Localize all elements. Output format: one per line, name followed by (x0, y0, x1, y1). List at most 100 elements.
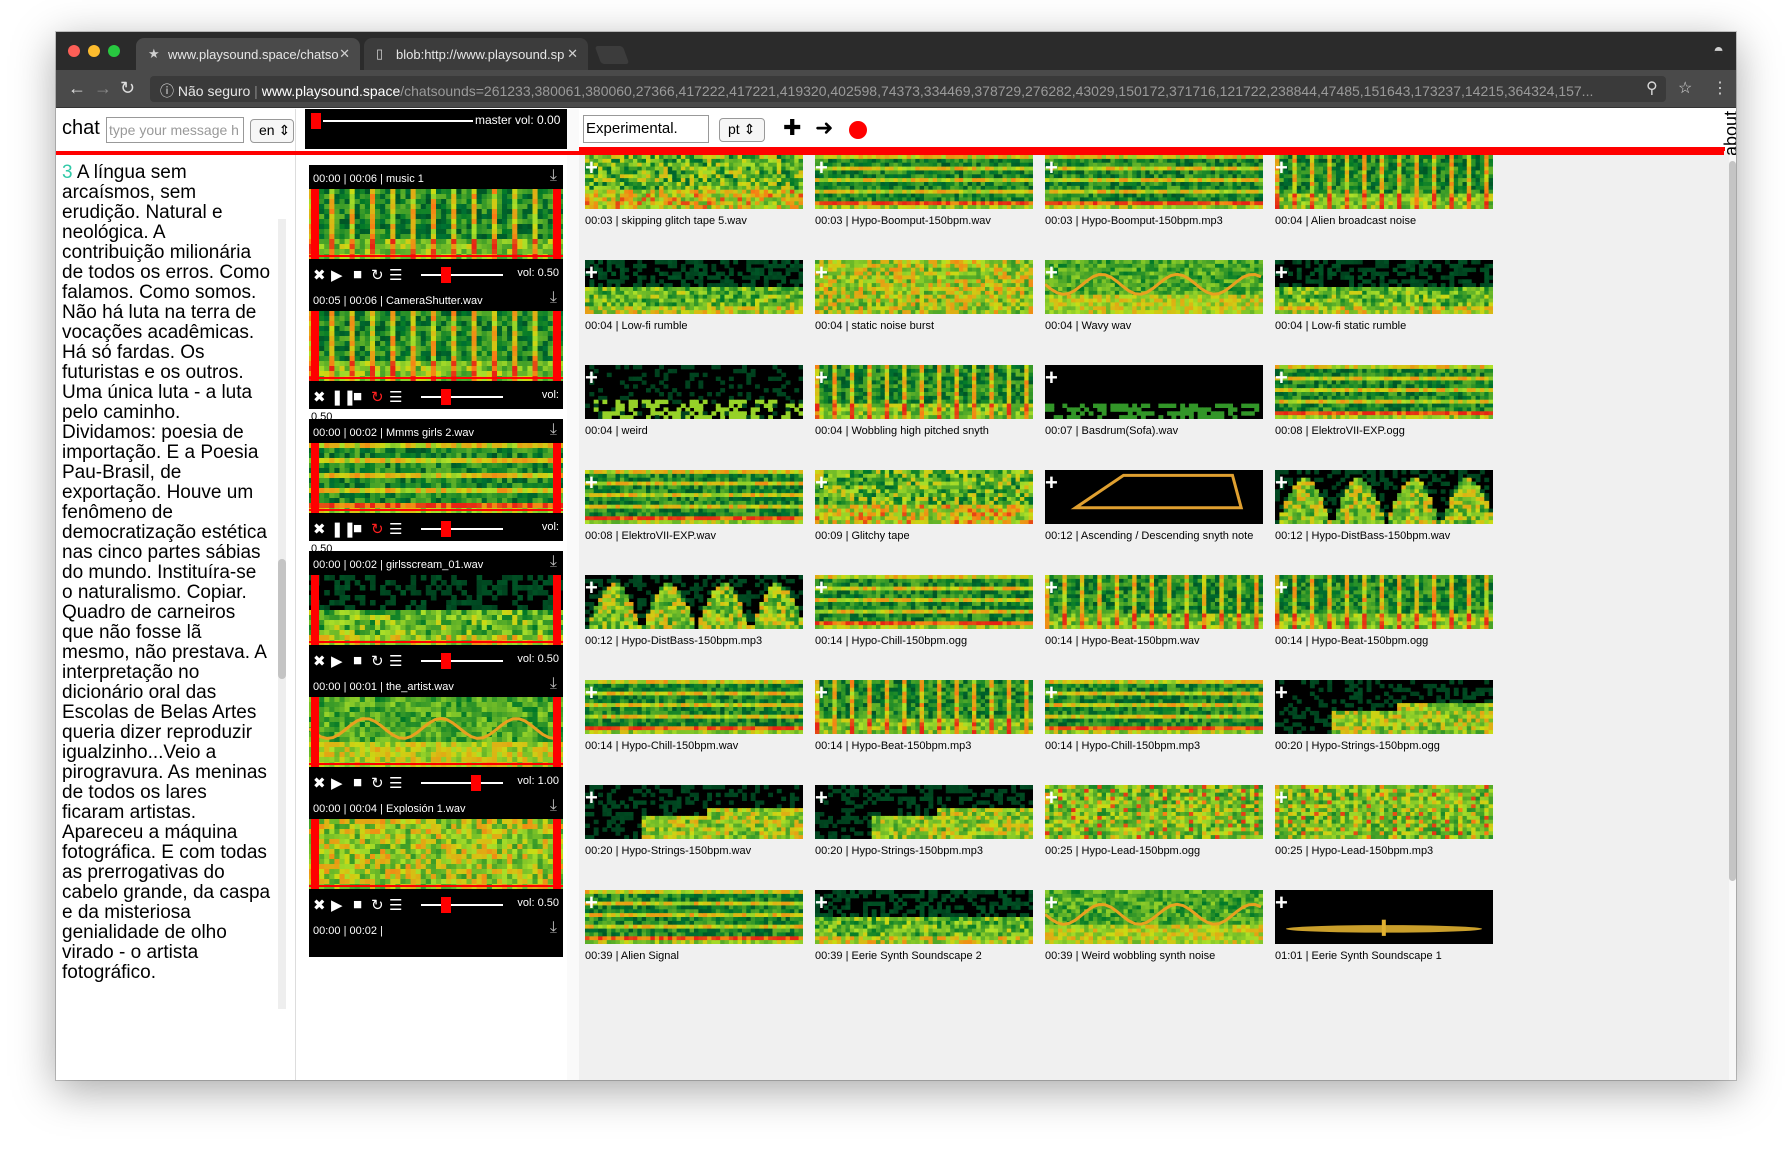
add-sound-icon[interactable]: + (815, 262, 828, 284)
add-sound-icon[interactable]: + (815, 472, 828, 494)
sound-card[interactable]: +00:03 | Hypo-Boomput-150bpm.wav (809, 155, 1059, 265)
reload-icon[interactable]: ↻ (120, 78, 135, 99)
loop-icon[interactable]: ↻ (371, 774, 384, 792)
master-volume-knob[interactable] (311, 113, 321, 129)
download-icon[interactable]: ⤓ (550, 675, 557, 693)
spectrogram[interactable] (1045, 470, 1295, 528)
stop-x-icon[interactable]: ✖ (313, 652, 326, 670)
stop-icon[interactable]: ■ (353, 896, 362, 913)
volume-knob[interactable] (441, 897, 451, 913)
add-sound-icon[interactable]: + (815, 892, 828, 914)
library-search-input[interactable]: Experimental. (583, 115, 709, 143)
download-icon[interactable]: ⤓ (550, 167, 557, 185)
spectrogram[interactable] (815, 680, 1065, 738)
loop-icon[interactable]: ↻ (371, 652, 384, 670)
sound-card[interactable]: +00:39 | Weird wobbling synth noise (1039, 890, 1289, 1000)
sound-card[interactable]: +01:01 | Eerie Synth Soundscape 1 (1269, 890, 1519, 1000)
spectrogram[interactable] (815, 890, 1065, 948)
sound-card[interactable]: +00:39 | Eerie Synth Soundscape 2 (809, 890, 1059, 1000)
sound-card[interactable]: +00:04 | static noise burst (809, 260, 1059, 370)
menu-icon[interactable]: ☰ (389, 652, 402, 670)
loop-icon[interactable]: ↻ (371, 520, 384, 538)
sound-card[interactable]: +00:08 | ElektroVII-EXP.ogg (1269, 365, 1519, 475)
add-sound-icon[interactable]: + (585, 157, 598, 179)
record-button[interactable] (849, 121, 867, 139)
stop-icon[interactable]: ■ (353, 266, 362, 283)
library-scrollbar-thumb[interactable] (1729, 161, 1736, 881)
forward-icon[interactable]: → (94, 78, 112, 99)
player-waveform[interactable] (309, 311, 564, 382)
spectrogram[interactable] (585, 890, 835, 948)
add-sound-icon[interactable]: + (1275, 262, 1288, 284)
sound-card[interactable]: +00:04 | weird (579, 365, 829, 475)
add-sound-icon[interactable]: + (1045, 682, 1058, 704)
stop-x-icon[interactable]: ✖ (313, 896, 326, 914)
minimize-window-button[interactable] (88, 45, 100, 57)
sound-card[interactable]: +00:25 | Hypo-Lead-150bpm.mp3 (1269, 785, 1519, 895)
spectrogram[interactable] (815, 575, 1065, 633)
sound-card[interactable]: +00:12 | Ascending / Descending snyth no… (1039, 470, 1289, 580)
volume-track[interactable] (421, 660, 503, 662)
spectrogram[interactable] (1275, 365, 1525, 423)
add-sound-icon[interactable]: + (585, 892, 598, 914)
spectrogram[interactable] (815, 155, 1065, 213)
download-icon[interactable]: ⤓ (550, 553, 557, 571)
add-sound-icon[interactable]: + (1045, 472, 1058, 494)
add-sound-icon[interactable]: + (1045, 157, 1058, 179)
player-waveform[interactable] (309, 819, 564, 890)
add-sound-icon[interactable]: + (1275, 472, 1288, 494)
spectrogram[interactable] (1045, 575, 1295, 633)
spectrogram[interactable] (585, 575, 835, 633)
spectrogram[interactable] (1045, 785, 1295, 843)
sound-card[interactable]: +00:25 | Hypo-Lead-150bpm.ogg (1039, 785, 1289, 895)
spectrogram[interactable] (1275, 260, 1525, 318)
volume-track[interactable] (421, 274, 503, 276)
add-sound-icon[interactable]: + (1275, 892, 1288, 914)
spectrogram[interactable] (1275, 785, 1525, 843)
add-sound-icon[interactable]: + (585, 682, 598, 704)
spectrogram[interactable] (1275, 680, 1525, 738)
arrow-right-icon[interactable]: ➜ (815, 115, 833, 141)
sound-card[interactable]: +00:14 | Hypo-Chill-150bpm.wav (579, 680, 829, 790)
download-icon[interactable]: ⤓ (550, 421, 557, 439)
spectrogram[interactable] (815, 785, 1065, 843)
address-bar[interactable]: ⓘ Não seguro | www.playsound.space/chats… (150, 76, 1666, 102)
chat-scrollbar-thumb[interactable] (278, 559, 286, 679)
bookmark-star-icon[interactable]: ☆ (1678, 78, 1692, 98)
add-sound-icon[interactable]: + (1045, 577, 1058, 599)
spectrogram[interactable] (1045, 155, 1295, 213)
volume-knob[interactable] (441, 653, 451, 669)
sound-card[interactable]: +00:20 | Hypo-Strings-150bpm.mp3 (809, 785, 1059, 895)
spectrogram[interactable] (1045, 260, 1295, 318)
player-scrollbar[interactable] (567, 109, 579, 1080)
spectrogram[interactable] (585, 260, 835, 318)
spectrogram[interactable] (1045, 365, 1295, 423)
spectrogram[interactable] (585, 785, 835, 843)
sound-card[interactable]: +00:12 | Hypo-DistBass-150bpm.mp3 (579, 575, 829, 685)
loop-icon[interactable]: ↻ (371, 896, 384, 914)
stop-x-icon[interactable]: ✖ (313, 266, 326, 284)
sound-card[interactable]: +00:04 | Wobbling high pitched snyth (809, 365, 1059, 475)
new-tab-button[interactable] (594, 46, 630, 64)
menu-icon[interactable]: ☰ (389, 388, 402, 406)
sound-card[interactable]: +00:14 | Hypo-Chill-150bpm.mp3 (1039, 680, 1289, 790)
spectrogram[interactable] (1275, 890, 1525, 948)
play-icon[interactable]: ▶ (331, 266, 343, 284)
sound-card[interactable]: +00:03 | Hypo-Boomput-150bpm.mp3 (1039, 155, 1289, 265)
spectrogram[interactable] (815, 470, 1065, 528)
play-icon[interactable]: ▶ (331, 774, 343, 792)
spectrogram[interactable] (1275, 155, 1525, 213)
player-waveform[interactable] (309, 575, 564, 646)
spectrogram[interactable] (1275, 575, 1525, 633)
add-sound-icon[interactable]: + (815, 787, 828, 809)
spectrogram[interactable] (1275, 470, 1525, 528)
spectrogram[interactable] (585, 365, 835, 423)
add-sound-icon[interactable]: + (1275, 157, 1288, 179)
sound-card[interactable]: +00:04 | Wavy wav (1039, 260, 1289, 370)
sound-card[interactable]: +00:04 | Low-fi static rumble (1269, 260, 1519, 370)
download-icon[interactable]: ⤓ (550, 919, 557, 937)
add-sound-icon[interactable]: + (1045, 787, 1058, 809)
spectrogram[interactable] (815, 365, 1065, 423)
tab-playsound[interactable]: ★ www.playsound.space/chatso ✕ (136, 38, 360, 70)
player-waveform[interactable] (309, 443, 564, 514)
